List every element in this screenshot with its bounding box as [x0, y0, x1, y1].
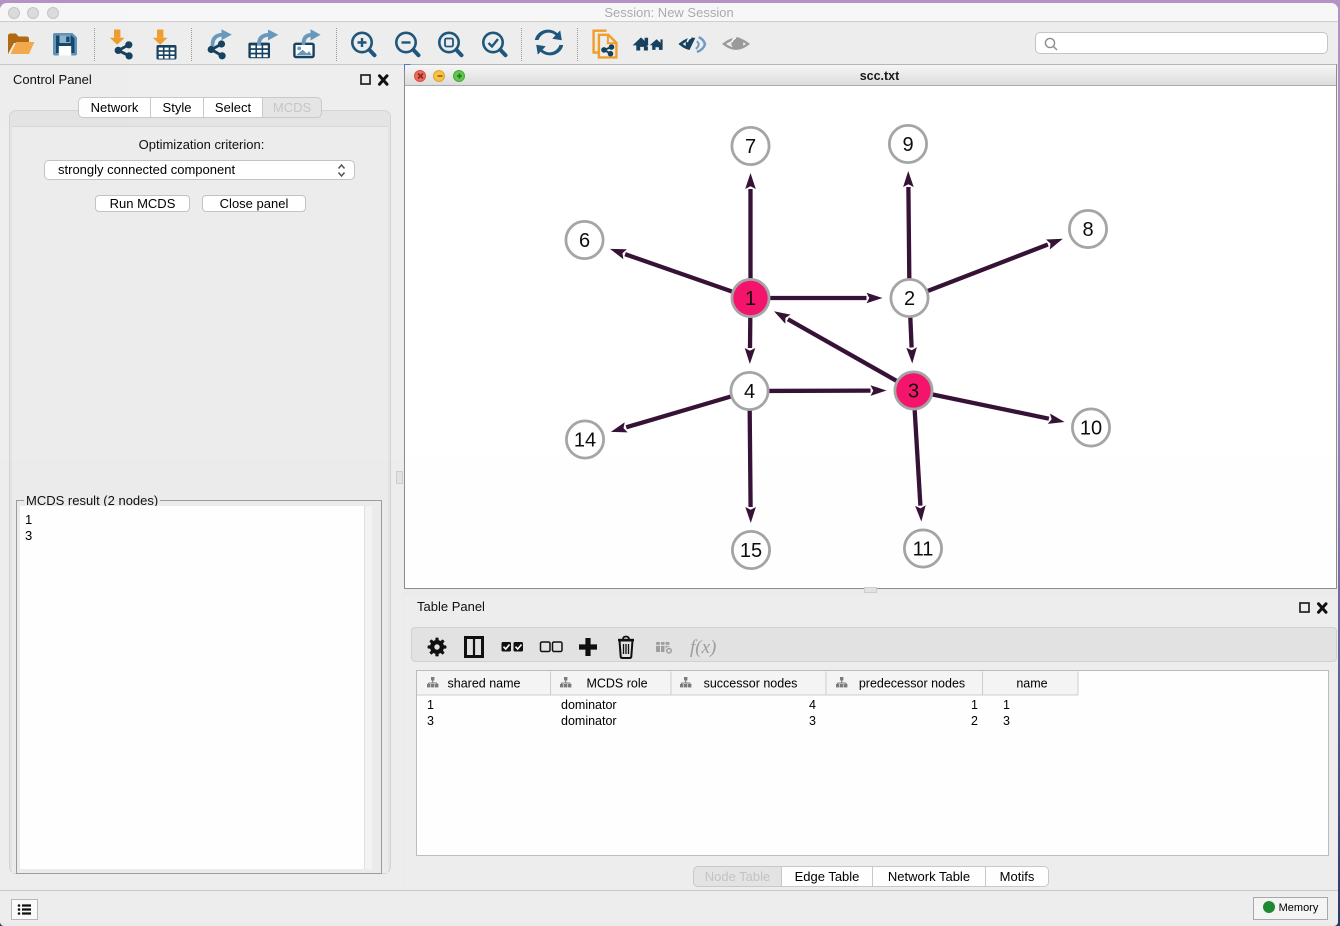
svg-text:successor nodes: successor nodes: [704, 677, 798, 691]
svg-text:6: 6: [579, 230, 590, 252]
svg-text:shared name: shared name: [448, 677, 521, 691]
svg-text:2: 2: [904, 288, 915, 310]
svg-text:15: 15: [740, 540, 762, 562]
svg-text:2: 2: [971, 714, 978, 728]
svg-text:3: 3: [1003, 714, 1010, 728]
svg-text:11: 11: [913, 539, 934, 561]
svg-text:14: 14: [574, 430, 596, 452]
svg-text:f(x): f(x): [690, 637, 716, 658]
svg-text:1: 1: [971, 698, 978, 712]
svg-text:1: 1: [745, 288, 756, 310]
svg-text:7: 7: [745, 136, 756, 158]
svg-text:8: 8: [1082, 219, 1093, 241]
svg-text:3: 3: [809, 714, 816, 728]
svg-text:1: 1: [427, 698, 434, 712]
svg-text:3: 3: [908, 381, 919, 403]
svg-text:10: 10: [1080, 418, 1102, 440]
svg-text:9: 9: [902, 134, 913, 156]
svg-text:4: 4: [809, 698, 816, 712]
svg-text:4: 4: [744, 381, 755, 403]
svg-text:dominator: dominator: [561, 698, 617, 712]
svg-text:1: 1: [1003, 698, 1010, 712]
svg-text:name: name: [1016, 677, 1047, 691]
svg-text:predecessor nodes: predecessor nodes: [859, 677, 965, 691]
svg-text:dominator: dominator: [561, 714, 617, 728]
svg-text:MCDS role: MCDS role: [586, 677, 647, 691]
svg-text:3: 3: [427, 714, 434, 728]
